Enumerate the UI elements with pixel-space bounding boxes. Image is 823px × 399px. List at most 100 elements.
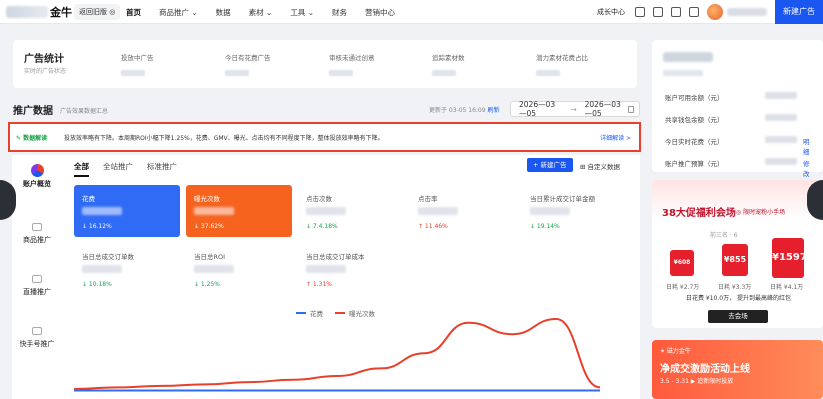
sidebar-item-overview[interactable]: 账户概览 xyxy=(12,179,62,189)
updated-label: 更新于 03-05 16:09 xyxy=(429,107,486,114)
date-range-picker[interactable]: 2026—03—05 → 2026—03—05 xyxy=(510,100,640,118)
legend-swatch-spend xyxy=(296,312,306,314)
metric-value xyxy=(306,207,346,215)
tab-standard[interactable]: 标准推广 xyxy=(147,161,177,177)
growth-center-link[interactable]: 成长中心 xyxy=(597,7,625,17)
sidebar-item-account-promo[interactable]: 快手号推广 xyxy=(12,327,62,349)
row-label: 共享钱包余额（元） xyxy=(665,116,724,124)
stat-label: 审核未通过创意 xyxy=(329,54,375,62)
metric-label: 点击率 xyxy=(418,195,438,203)
metric-card-ctr[interactable]: 点击率 ↑ 11.46% xyxy=(410,185,516,237)
insight-text: 投放效率略有下降。本周期ROI小幅下降1.25%，花费、GMV、曝光、点击均有不… xyxy=(64,135,384,142)
metric-card-gmv[interactable]: 当日累计成交订单金额 ↓ 19.14% xyxy=(522,185,628,237)
metric-value xyxy=(82,265,122,273)
go-venue-button[interactable]: 去会场 xyxy=(708,310,768,323)
row-value xyxy=(765,114,797,121)
metric-value xyxy=(306,265,346,273)
main-panel: 全部 全站推广 标准推广 + 新建广告 ⊞ 自定义数据 花费 ↓ 16.12% … xyxy=(62,155,640,399)
updated-time: 更新于 03-05 16:09 刷新 xyxy=(429,105,499,114)
product-icon xyxy=(32,223,42,231)
nav-marketing[interactable]: 营销中心 xyxy=(365,7,395,18)
account-card: 账户可用余额（元） 共享钱包余额（元） 今日实时花费（元） 明细 账户推广预算（元… xyxy=(652,40,823,178)
new-ad-button[interactable]: + 新建广告 xyxy=(527,158,573,172)
promo-banner-2[interactable]: ✦ 磁力金牛 净成交激励活动上线 3.5 - 3.31 ▶ 追新限时投放 xyxy=(652,340,823,399)
stat-running-ads[interactable]: 投放中广告 xyxy=(121,52,154,76)
row-label: 账户推广预算（元） xyxy=(665,160,724,168)
coupon-3[interactable]: ¥1597 xyxy=(772,238,807,278)
nav-tools[interactable]: 工具 ⌄ xyxy=(290,7,314,18)
account-icon xyxy=(32,327,42,335)
modify-link[interactable]: 修改 xyxy=(803,158,810,178)
metric-label: 当日总成交订单数 xyxy=(82,253,134,261)
metric-card-order-cost[interactable]: 当日总成交订单成本 ↑ 1.31% xyxy=(298,243,404,295)
back-old-version-button[interactable]: 返回旧版 ◎ xyxy=(74,4,121,20)
brand-name: 金牛 xyxy=(50,6,72,19)
row-value xyxy=(765,136,797,143)
sidebar-item-product[interactable]: 商品推广 xyxy=(12,223,62,245)
row-label: 今日实时花费（元） xyxy=(665,138,724,146)
logo[interactable]: 金牛 xyxy=(6,4,72,20)
series-line-1 xyxy=(73,317,601,390)
date-from: 2026—03—05 xyxy=(519,100,556,118)
stat-label: 追踪素材数 xyxy=(432,54,465,62)
tab-all[interactable]: 全部 xyxy=(74,161,89,177)
stat-tracked-materials[interactable]: 追踪素材数 xyxy=(432,52,465,76)
metric-card-impressions[interactable]: 曝光次数 ↓ 37.62% xyxy=(186,185,292,237)
promo-subtitle: ◎ 限时宠粉小手场 xyxy=(736,209,786,216)
legend-swatch-impressions xyxy=(335,312,345,314)
detail-insight-link[interactable]: 详细解读 > xyxy=(600,133,631,142)
insight-tag: ✎ 数据解读 xyxy=(16,135,48,142)
account-row-today-spend: 今日实时花费（元） 明细 xyxy=(665,136,810,156)
stat-label: 今日有花费广告 xyxy=(225,54,271,62)
promo-badge: 前三名 · 6 xyxy=(710,232,738,239)
metric-card-clicks[interactable]: 点击次数 ↓ 7.4.18% xyxy=(298,185,404,237)
metric-value xyxy=(194,265,234,273)
stat-potential-ratio[interactable]: 潜力素材花费占比 xyxy=(536,52,588,76)
avatar[interactable] xyxy=(707,4,723,20)
grid-icon[interactable] xyxy=(689,7,699,17)
detail-link[interactable]: 明细 xyxy=(803,136,810,156)
main-nav: 首页 商品推广 ⌄ 数据 素材 ⌄ 工具 ⌄ 财务 营销中心 xyxy=(126,0,413,24)
nav-finance[interactable]: 财务 xyxy=(332,7,347,18)
top-new-ad-button[interactable]: 新建广告 xyxy=(775,0,823,24)
row-value xyxy=(765,158,797,165)
custom-data-button[interactable]: ⊞ 自定义数据 xyxy=(580,161,620,171)
promo2-title: 净成交激励活动上线 xyxy=(660,364,750,375)
metric-value xyxy=(530,207,570,215)
promo-card[interactable]: 38大促福利会场 ◎ 限时宠粉小手场 前三名 · 6 ¥608 ¥855 ¥15… xyxy=(652,180,823,328)
sidebar-item-label: 商品推广 xyxy=(23,236,51,244)
metric-change: ↓ 10.18% xyxy=(82,281,112,288)
metric-value xyxy=(418,207,458,215)
metric-change: ↑ 11.46% xyxy=(418,223,448,230)
live-icon xyxy=(32,275,42,283)
stats-subtitle: 实时的广告状态 xyxy=(24,68,67,75)
coupon-1[interactable]: ¥608 xyxy=(670,250,694,276)
app-logo-icon xyxy=(31,164,44,177)
message-icon[interactable] xyxy=(635,7,645,17)
metric-card-orders[interactable]: 当日总成交订单数 ↓ 10.18% xyxy=(74,243,180,295)
metric-label: 点击次数 xyxy=(306,195,332,203)
nav-data[interactable]: 数据 xyxy=(216,7,231,18)
metric-change: ↓ 1.25% xyxy=(194,281,220,288)
metric-value xyxy=(82,207,122,215)
refresh-link[interactable]: 刷新 xyxy=(487,107,499,114)
account-id xyxy=(663,70,703,76)
sidebar-item-live[interactable]: 直播推广 xyxy=(12,275,62,297)
promo2-sub: 3.5 - 3.31 ▶ 追新限时投放 xyxy=(660,378,734,385)
help-icon[interactable] xyxy=(671,7,681,17)
metric-change: ↓ 37.62% xyxy=(194,223,224,230)
nav-material[interactable]: 素材 ⌄ xyxy=(249,7,273,18)
account-row-balance: 账户可用余额（元） xyxy=(665,92,797,102)
promo-line: 日花费 ¥10.0万， 提升到最高峰的红包 xyxy=(686,295,791,302)
tab-full-site[interactable]: 全站推广 xyxy=(103,161,133,177)
stat-rejected-creatives[interactable]: 审核未通过创意 xyxy=(329,52,375,76)
notification-icon[interactable] xyxy=(653,7,663,17)
nav-product-promo[interactable]: 商品推广 ⌄ xyxy=(159,7,198,18)
metric-card-roi[interactable]: 当日总ROI ↓ 1.25% xyxy=(186,243,292,295)
coupon-2[interactable]: ¥855 xyxy=(722,244,748,276)
stat-spending-ads[interactable]: 今日有花费广告 xyxy=(225,52,271,76)
nav-home[interactable]: 首页 xyxy=(126,7,141,18)
metric-card-spend[interactable]: 花费 ↓ 16.12% xyxy=(74,185,180,237)
stat-value xyxy=(225,70,249,76)
data-insight-banner: ✎ 数据解读 投放效率略有下降。本周期ROI小幅下降1.25%，花费、GMV、曝… xyxy=(8,122,641,152)
